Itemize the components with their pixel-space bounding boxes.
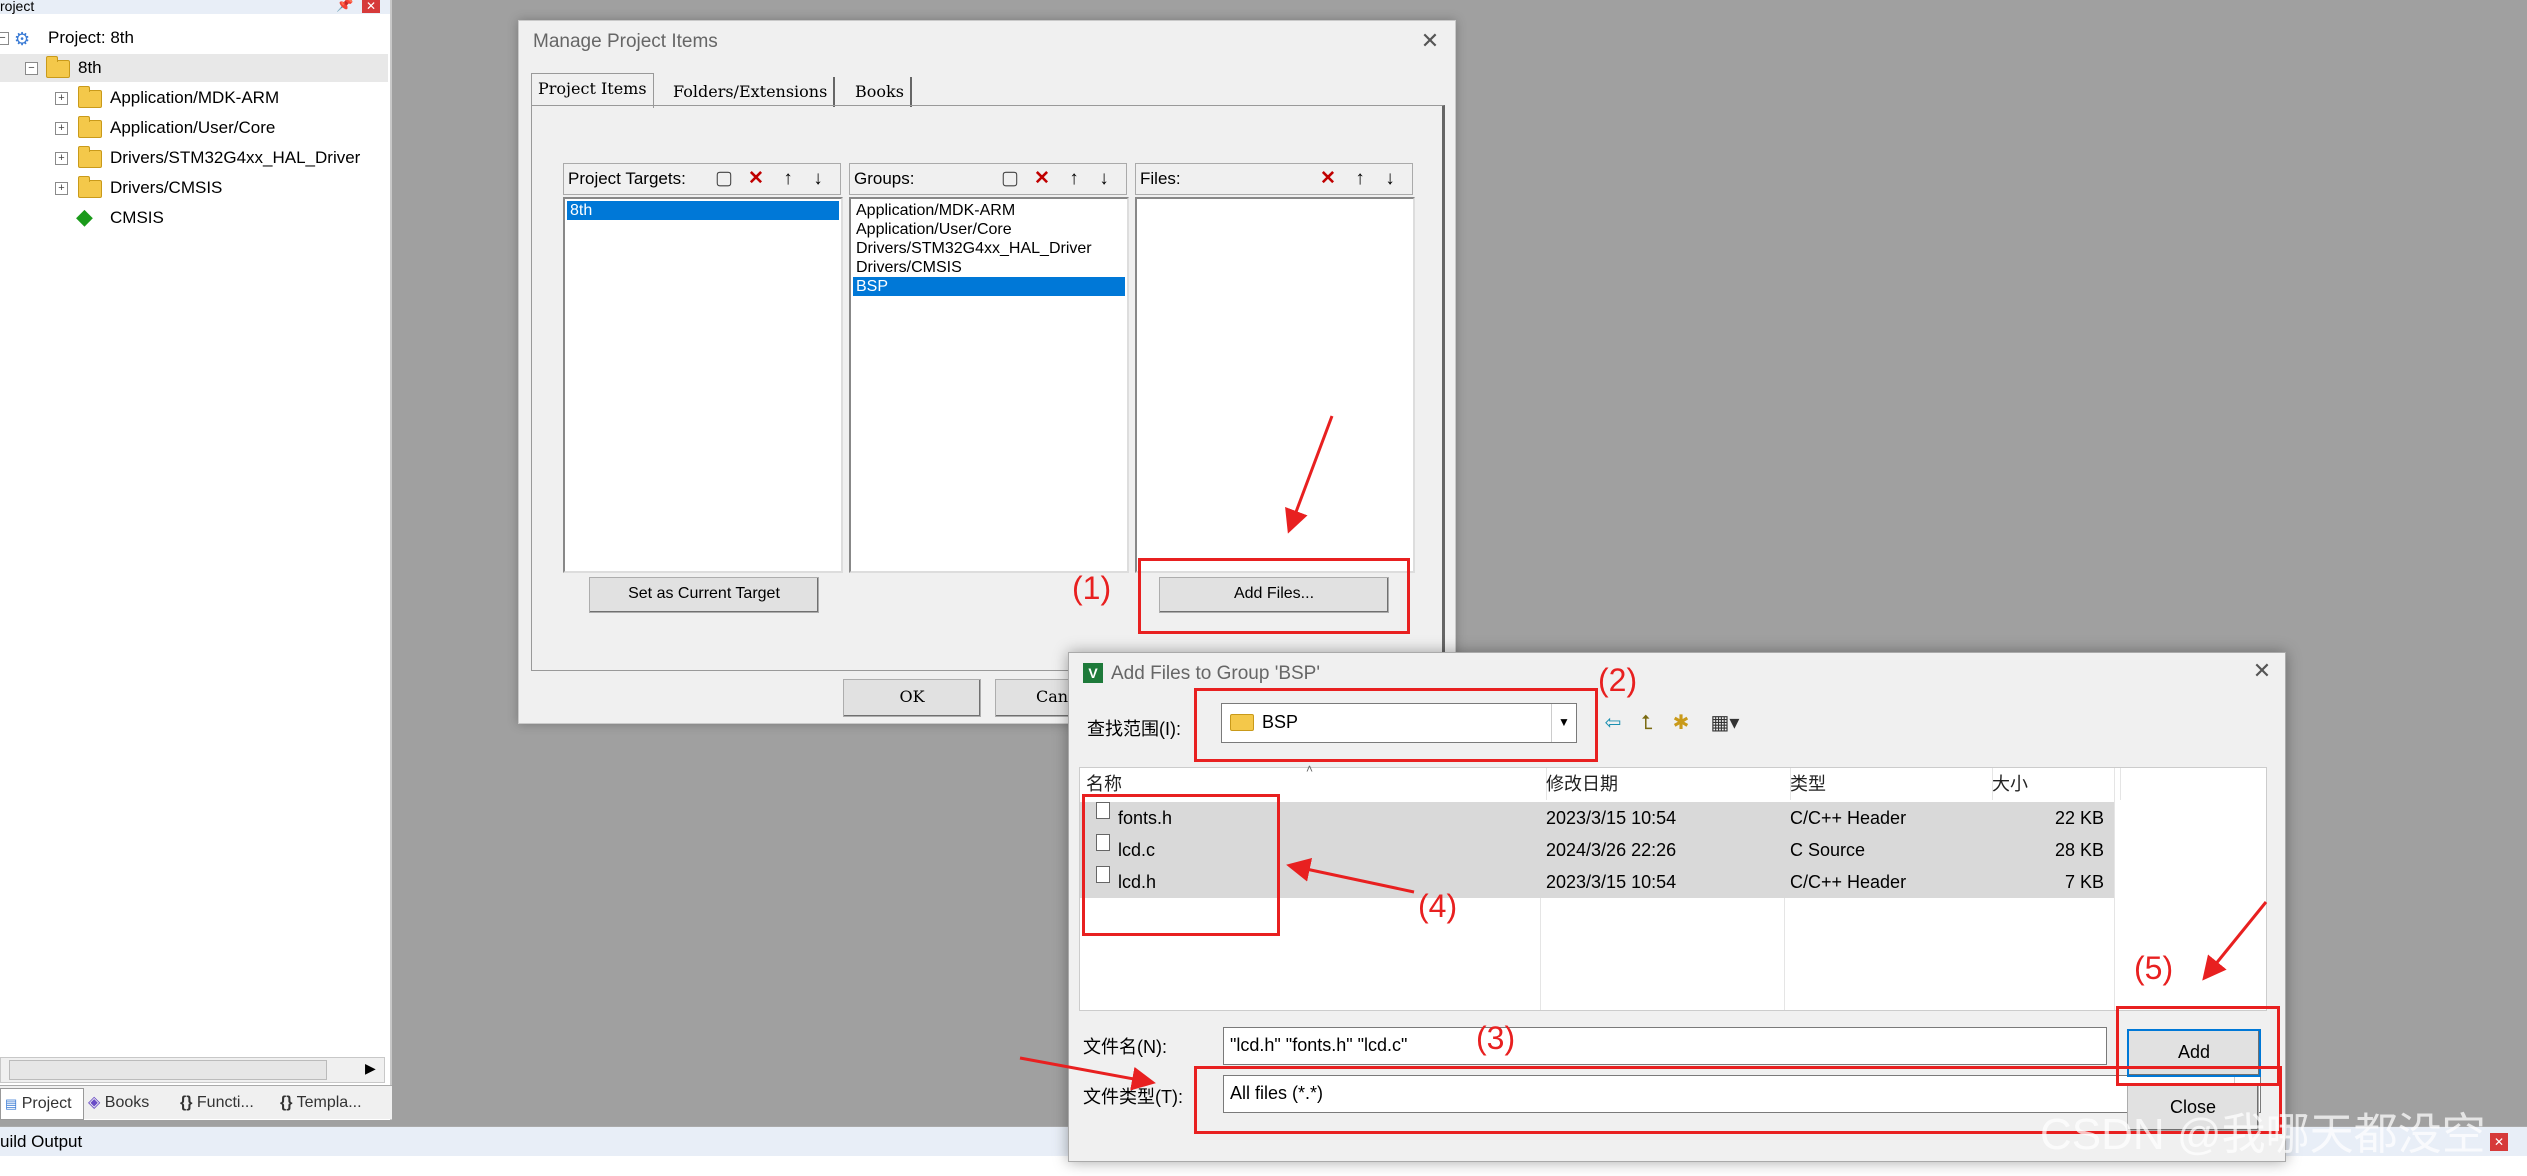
watermark: CSDN @我哪天都没空 [2040, 1110, 2486, 1159]
annotation-arrow-1 [1285, 415, 1334, 534]
annotation-arrow-3 [1019, 1056, 1156, 1091]
annotation-arrows [1019, 415, 2268, 1091]
annotation-arrow-5 [2202, 901, 2268, 981]
annotation-arrow-4 [1286, 858, 1415, 894]
